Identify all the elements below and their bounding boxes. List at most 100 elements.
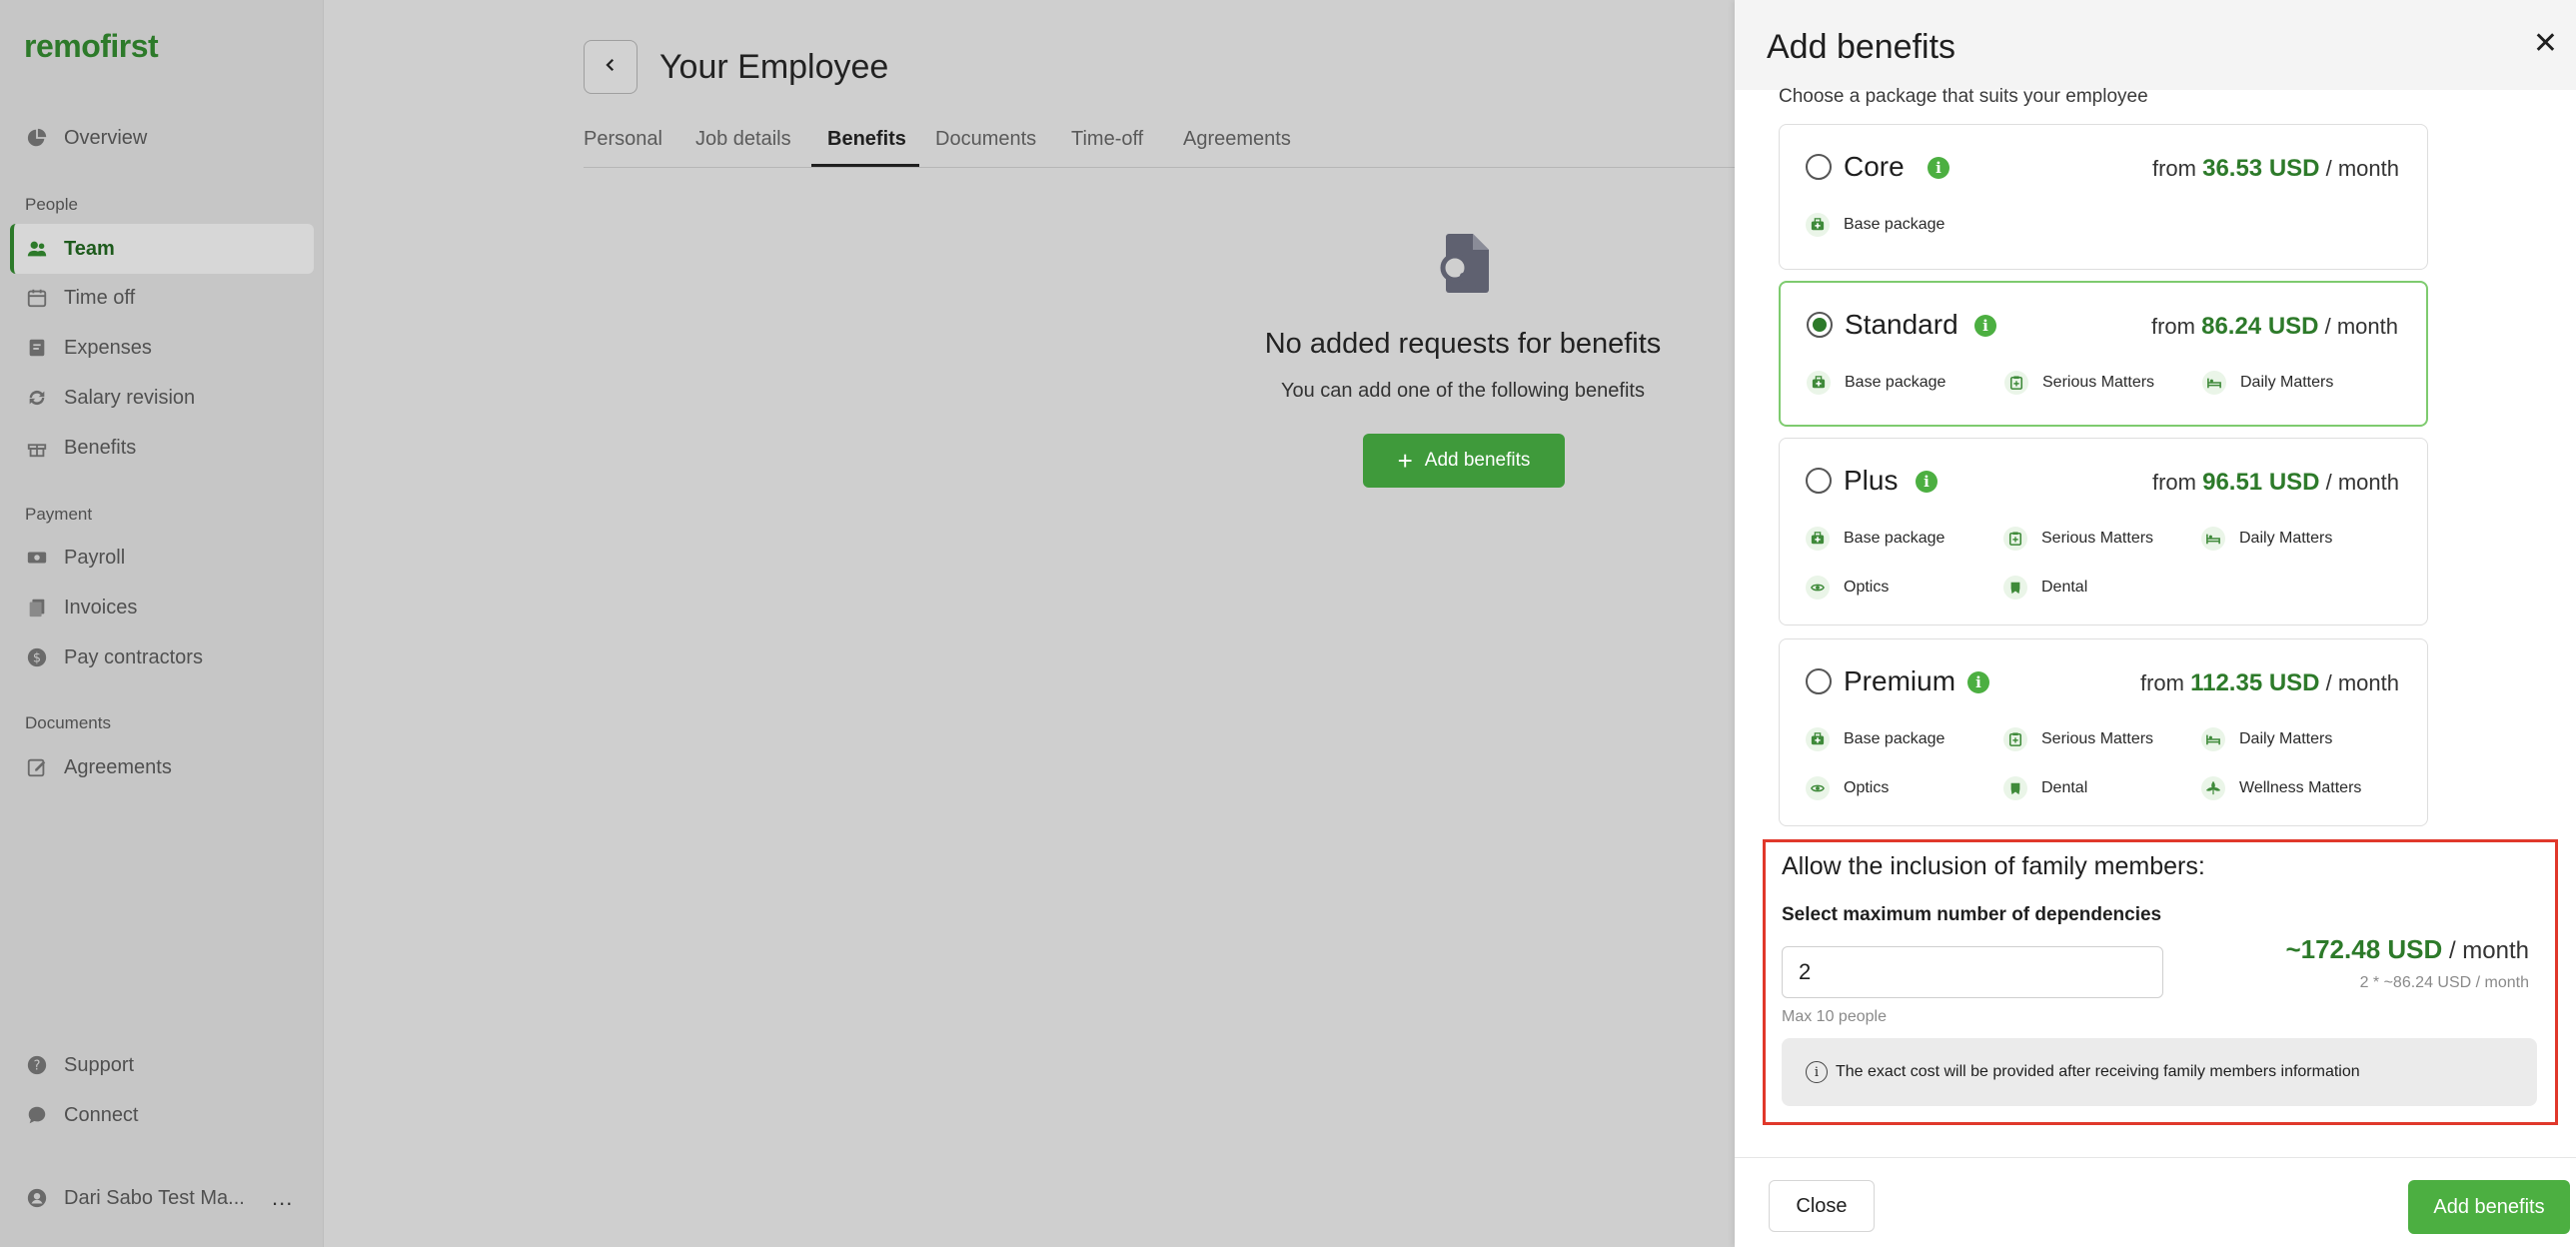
sidebar-item-payroll[interactable]: Payroll (10, 533, 314, 583)
add-benefits-button[interactable]: + Add benefits (1363, 434, 1565, 488)
tab-bar: Personal Job details Benefits Documents … (584, 124, 1743, 168)
sidebar-item-label: Team (64, 237, 115, 260)
bed-icon (2202, 371, 2226, 395)
section-label-payment: Payment (25, 505, 93, 524)
clipboard-icon (2003, 527, 2027, 551)
tab-agreements[interactable]: Agreements (1183, 128, 1291, 151)
feature-item: Base package (1806, 213, 1944, 237)
tab-documents[interactable]: Documents (935, 128, 1036, 151)
back-button[interactable] (584, 40, 638, 94)
sidebar-item-invoices[interactable]: Invoices (10, 583, 314, 632)
feature-item: Wellness Matters (2201, 776, 2361, 800)
files-icon (26, 597, 48, 619)
package-name: Standard (1845, 309, 1958, 340)
close-button[interactable]: Close (1769, 1180, 1875, 1232)
bed-icon (2201, 727, 2225, 751)
feature-item: Optics (1806, 576, 1889, 600)
package-name: Premium (1844, 665, 1956, 696)
feature-item: Serious Matters (2003, 527, 2153, 551)
close-icon[interactable]: ✕ (2533, 26, 2558, 61)
package-card-core[interactable]: Core i from 36.53 USD / month Base packa… (1779, 124, 2428, 270)
sidebar-item-overview[interactable]: Overview (10, 113, 314, 163)
active-tab-indicator (811, 164, 919, 167)
sidebar-item-pay-contractors[interactable]: $ Pay contractors (10, 632, 314, 682)
package-radio[interactable] (1806, 668, 1832, 694)
sidebar-item-connect[interactable]: Connect (10, 1090, 314, 1140)
info-outline-icon: i (1806, 1061, 1828, 1083)
sidebar-item-label: Connect (64, 1103, 139, 1126)
add-benefits-drawer: Add benefits ✕ Choose a package that sui… (1735, 0, 2576, 1247)
sidebar-item-label: Pay contractors (64, 645, 203, 668)
wellness-icon (2201, 776, 2225, 800)
svg-text:?: ? (34, 1059, 41, 1074)
info-icon[interactable]: i (1967, 671, 1989, 693)
family-members-section: Allow the inclusion of family members: S… (1763, 839, 2558, 1125)
tab-benefits[interactable]: Benefits (827, 128, 906, 151)
tooth-icon (2003, 776, 2027, 800)
gift-icon (26, 437, 48, 459)
empty-state-subtitle: You can add one of the following benefit… (1281, 380, 1645, 402)
sidebar-item-salary-revision[interactable]: Salary revision (10, 373, 314, 423)
sidebar-item-expenses[interactable]: Expenses (10, 323, 314, 373)
medkit-icon (1806, 727, 1830, 751)
sidebar-item-label: Benefits (64, 436, 137, 459)
info-icon[interactable]: i (1928, 157, 1949, 179)
package-price: from 112.35 USD / month (2139, 669, 2399, 696)
clipboard-icon (2004, 371, 2028, 395)
package-name: Core (1844, 151, 1905, 182)
feature-item: Daily Matters (2201, 527, 2332, 551)
package-card-premium[interactable]: Premium i from 112.35 USD / month Base p… (1779, 638, 2428, 826)
feature-item: Dental (2003, 576, 2087, 600)
dependencies-hint: Max 10 people (1782, 1008, 1887, 1025)
package-card-plus[interactable]: Plus i from 96.51 USD / month Base packa… (1779, 438, 2428, 625)
sidebar-item-benefits[interactable]: Benefits (10, 423, 314, 473)
feature-item: Base package (1806, 727, 1944, 751)
tab-personal[interactable]: Personal (584, 128, 662, 151)
info-icon[interactable]: i (1974, 315, 1996, 337)
svg-text:$: $ (33, 651, 41, 666)
receipt-icon (26, 337, 48, 359)
bed-icon (2201, 527, 2225, 551)
package-price: from 96.51 USD / month (2151, 469, 2399, 496)
pie-chart-icon (26, 127, 48, 149)
feature-item: Serious Matters (2003, 727, 2153, 751)
plus-icon: + (1397, 446, 1413, 476)
package-radio-selected[interactable] (1807, 312, 1833, 338)
sidebar-item-label: Invoices (64, 596, 138, 619)
cost-notice: i The exact cost will be provided after … (1782, 1038, 2537, 1106)
dependencies-formula: 2 * ~86.24 USD / month (2359, 974, 2529, 991)
sidebar-item-time-off[interactable]: Time off (10, 273, 314, 323)
dependencies-input[interactable] (1782, 946, 2163, 998)
tab-time-off[interactable]: Time-off (1071, 128, 1143, 151)
sidebar-item-label: Expenses (64, 336, 152, 359)
info-icon[interactable]: i (1916, 471, 1937, 493)
add-benefits-submit-button[interactable]: Add benefits (2408, 1180, 2570, 1234)
package-name: Plus (1844, 465, 1899, 496)
sidebar-item-agreements[interactable]: Agreements (10, 742, 314, 792)
more-options-icon[interactable]: ... (272, 1185, 293, 1211)
calendar-icon (26, 287, 48, 309)
document-search-icon (1435, 232, 1493, 294)
sidebar-item-label: Time off (64, 286, 136, 309)
package-radio[interactable] (1806, 154, 1832, 180)
dependencies-label: Select maximum number of dependencies (1782, 904, 2162, 925)
dependencies-total: ~172.48 USD / month (2285, 934, 2529, 964)
edit-icon (26, 756, 48, 778)
eye-icon (1806, 576, 1830, 600)
package-radio[interactable] (1806, 468, 1832, 494)
add-benefits-label: Add benefits (1424, 450, 1531, 471)
eye-icon (1806, 776, 1830, 800)
tab-job-details[interactable]: Job details (695, 128, 791, 151)
user-profile[interactable]: Dari Sabo Test Ma... (10, 1173, 260, 1223)
section-label-documents: Documents (25, 713, 111, 732)
package-card-standard[interactable]: Standard i from 86.24 USD / month Base p… (1779, 281, 2428, 427)
chat-icon (26, 1104, 48, 1126)
drawer-subtitle: Choose a package that suits your employe… (1779, 86, 2148, 107)
empty-state-title: No added requests for benefits (1264, 328, 1662, 360)
medkit-icon (1806, 527, 1830, 551)
feature-item: Base package (1807, 371, 1945, 395)
sidebar-item-team[interactable]: Team (10, 224, 314, 274)
logo: remofirst (24, 28, 159, 64)
feature-item: Optics (1806, 776, 1889, 800)
sidebar-item-support[interactable]: ? Support (10, 1040, 314, 1090)
